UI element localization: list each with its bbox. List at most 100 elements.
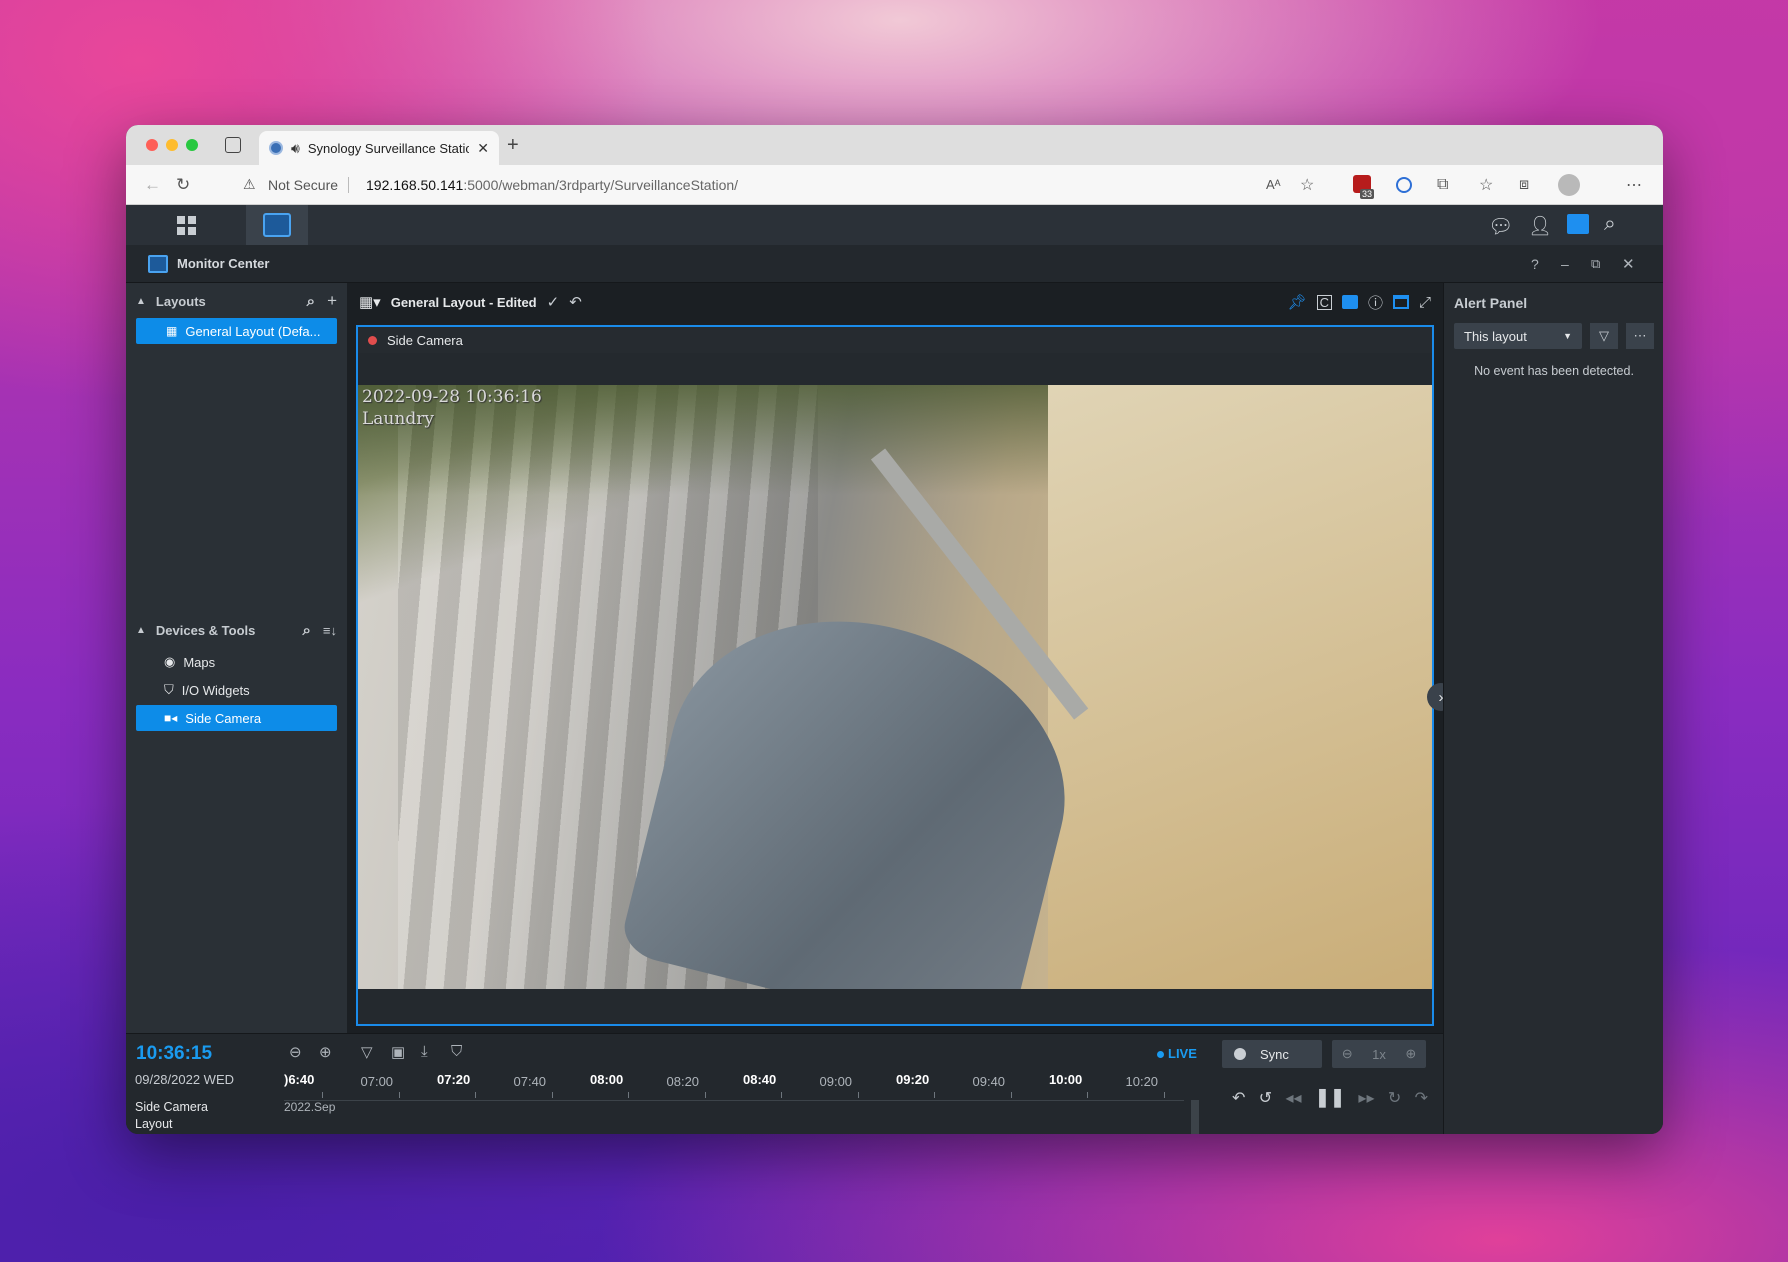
device-search-icon[interactable]: ⌕ — [303, 622, 311, 639]
layout-search-icon[interactable]: ⌕ — [307, 293, 315, 310]
more-options-icon[interactable]: ⋯ — [1626, 323, 1654, 349]
collections-icon[interactable]: ⧈ — [1519, 176, 1529, 194]
collapse-icon[interactable]: ▲ — [136, 296, 146, 307]
speed-decrease-icon[interactable]: ⊖ — [1342, 1046, 1353, 1062]
timeline-tick-label: 08:20 — [666, 1074, 700, 1089]
window-mode-icon[interactable] — [1392, 295, 1409, 309]
timeline-tick-mark — [1163, 1092, 1165, 1098]
undo-icon[interactable]: ↶ — [569, 293, 582, 311]
security-label[interactable]: Not Secure — [268, 177, 338, 193]
fast-forward-icon[interactable]: ▸▸ — [1358, 1088, 1374, 1108]
speaker-icon[interactable]: 🔊︎ — [291, 140, 300, 157]
osd-timestamp: 2022-09-28 10:36:16 — [362, 387, 542, 407]
back-icon[interactable]: ← — [144, 175, 161, 195]
url-host: 192.168.50.141 — [366, 176, 464, 193]
timeline-ruler[interactable]: )6:40 07:00 07:20 07:40 08:00 08:20 08:40 09:00… — [284, 1034, 1184, 1104]
fast-backward-icon[interactable]: ◂◂ — [1286, 1088, 1302, 1108]
widgets-icon[interactable] — [1567, 214, 1589, 234]
camera-icon: ■◂ — [164, 711, 178, 725]
timeline-tick-mark — [781, 1092, 782, 1098]
help-button[interactable]: ? — [1531, 256, 1539, 272]
app-header: Monitor Center ? – ⧉ ✕ — [126, 245, 1663, 283]
snapshot-icon[interactable] — [1341, 295, 1358, 309]
timeline-tick-label: 08:00 — [590, 1072, 624, 1087]
timeline-tick-label: )6:40 — [284, 1072, 315, 1087]
layout-name: General Layout - Edited — [390, 294, 537, 310]
timeline-tick-mark — [475, 1092, 476, 1098]
add-layout-icon[interactable]: + — [327, 291, 337, 311]
device-item-io-widgets[interactable]: ⛉ I/O Widgets — [136, 677, 337, 703]
timeline-row-side-camera[interactable]: Side Camera — [135, 1100, 208, 1114]
fullscreen-icon[interactable]: ⤢ — [1419, 294, 1431, 311]
stream-profile-icon[interactable]: C — [1316, 294, 1332, 310]
warning-icon: ⚠ — [243, 176, 256, 192]
browser-tab[interactable]: 🔊︎ Synology Surveillance Station ✕ — [259, 131, 499, 165]
search-icon[interactable]: ⌕ — [1604, 212, 1616, 236]
alert-panel: Alert Panel This layout ▼ ▽ ⋯ No event h… — [1443, 283, 1663, 1134]
reload-icon[interactable]: ↻ — [176, 175, 190, 195]
pause-icon[interactable]: ❚❚ — [1315, 1087, 1345, 1108]
timeline-axis — [284, 1100, 1184, 1101]
timeline-tick-mark — [1010, 1092, 1012, 1098]
timeline-tick-label: 09:20 — [896, 1072, 930, 1087]
minimize-window-button[interactable] — [166, 139, 178, 151]
timeline-row-date: 2022.Sep — [284, 1100, 336, 1114]
sort-icon[interactable]: ≡↓ — [323, 623, 337, 638]
sync-toggle[interactable]: Sync — [1222, 1040, 1322, 1068]
user-icon[interactable]: 👤︎ — [1528, 214, 1552, 238]
current-time: 10:36:15 — [136, 1043, 213, 1064]
extensions-icon[interactable]: ⧉ — [1437, 176, 1448, 194]
timeline-row-layout[interactable]: Layout — [135, 1117, 173, 1131]
next-event-icon[interactable]: ↷ — [1415, 1088, 1428, 1108]
main-menu-button[interactable] — [126, 205, 246, 245]
timeline-scrollbar[interactable] — [1191, 1100, 1199, 1134]
monitor-center-icon — [148, 254, 168, 273]
recording-indicator — [368, 335, 377, 345]
rewind-10-icon[interactable]: ↺ — [1259, 1088, 1272, 1108]
layouts-section-header[interactable]: ▲ Layouts ⌕ + — [126, 286, 347, 316]
timeline-tick-mark — [322, 1092, 323, 1098]
layout-picker-icon[interactable]: ▦▾ — [359, 293, 381, 311]
info-icon[interactable]: ⓘ — [1368, 292, 1383, 313]
paved-ground — [1048, 385, 1432, 989]
save-layout-icon[interactable]: ✓ — [547, 293, 560, 311]
alert-filter-select[interactable]: This layout ▼ — [1454, 323, 1582, 349]
close-tab-icon[interactable]: ✕ — [477, 140, 489, 157]
browser-menu-icon[interactable]: ⋯ — [1626, 175, 1642, 195]
camera-video-feed[interactable]: 2022-09-28 10:36:16 Laundry — [358, 385, 1432, 989]
minimize-app-button[interactable]: – — [1561, 256, 1569, 272]
chat-icon[interactable]: 💬︎ — [1488, 214, 1513, 239]
collapse-icon[interactable]: ▲ — [136, 625, 146, 636]
device-item-side-camera[interactable]: ■◂ Side Camera — [136, 705, 337, 731]
layouts-header: Layouts — [155, 293, 206, 309]
url-field[interactable]: 192.168.50.141:5000/webman/3rdparty/Surv… — [366, 177, 738, 193]
devices-section-header[interactable]: ▲ Devices & Tools ⌕ ≡↓ — [126, 615, 347, 645]
layout-item-label: General Layout (Defa... — [185, 323, 321, 339]
app-title: Monitor Center — [177, 256, 270, 271]
pin-icon[interactable]: 📌︎ — [1288, 293, 1307, 311]
timeline-tick-label: 10:20 — [1125, 1074, 1159, 1089]
profile-avatar[interactable] — [1558, 174, 1580, 196]
restore-app-button[interactable]: ⧉ — [1591, 256, 1600, 272]
camera-tile[interactable]: Side Camera 2022-09-28 10:36:16 Laundry — [356, 325, 1434, 1026]
layout-item-general[interactable]: ▦ General Layout (Defa... — [136, 318, 337, 344]
read-aloud-icon[interactable]: Aᴬ — [1266, 177, 1281, 192]
speed-control: ⊖ 1x ⊕ — [1332, 1040, 1426, 1068]
filter-icon[interactable]: ▽ — [1590, 323, 1618, 349]
add-favorite-icon[interactable]: ☆ — [1300, 175, 1314, 195]
tab-bar: 🔊︎ Synology Surveillance Station ✕ + — [126, 125, 1663, 165]
forward-10-icon[interactable]: ↻ — [1388, 1088, 1401, 1108]
surveillance-app-button[interactable] — [246, 205, 308, 245]
new-tab-icon[interactable]: + — [507, 134, 519, 157]
speed-increase-icon[interactable]: ⊕ — [1405, 1046, 1416, 1062]
timeline-tick-label: 09:00 — [819, 1074, 853, 1089]
password-manager-icon[interactable] — [1396, 177, 1412, 193]
prev-event-icon[interactable]: ↶ — [1232, 1088, 1245, 1108]
close-window-button[interactable] — [146, 139, 158, 151]
device-item-maps[interactable]: ◉ Maps — [136, 649, 337, 675]
timeline-tick-mark — [1087, 1092, 1088, 1098]
tab-actions-icon[interactable] — [225, 137, 241, 153]
close-app-button[interactable]: ✕ — [1622, 255, 1635, 273]
favorites-icon[interactable]: ☆ — [1479, 175, 1493, 195]
zoom-window-button[interactable] — [186, 139, 198, 151]
